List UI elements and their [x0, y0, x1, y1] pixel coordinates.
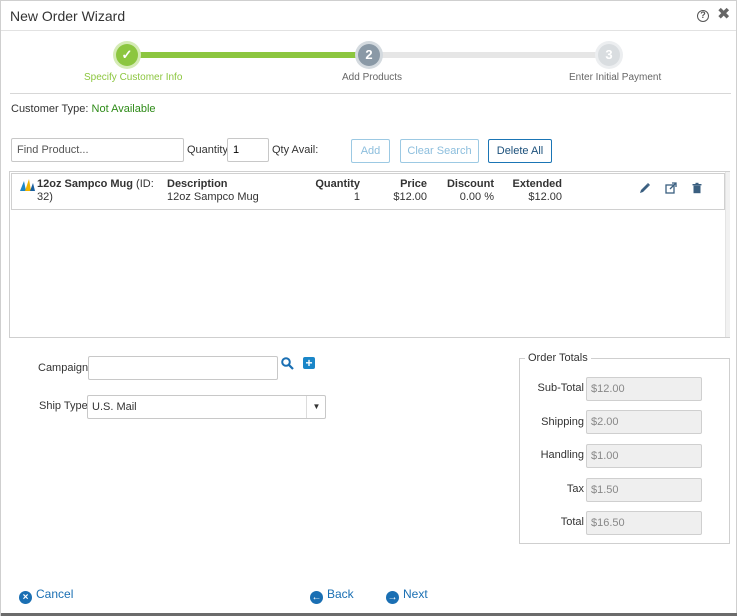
next-button[interactable]: → Next	[386, 587, 428, 604]
progress-track-complete	[127, 52, 369, 58]
help-icon[interactable]: ?	[697, 10, 709, 22]
tax-field: $1.50	[586, 478, 702, 502]
step-3-label: Enter Initial Payment	[569, 72, 662, 83]
clear-search-button[interactable]: Clear Search	[400, 139, 479, 163]
cancel-label: Cancel	[36, 587, 74, 601]
step-3-circle: 3	[598, 44, 620, 66]
total-label: Total	[560, 516, 584, 528]
product-icon	[20, 179, 35, 191]
campaign-input[interactable]	[88, 356, 278, 380]
step-2-label: Add Products	[342, 72, 403, 83]
add-campaign-plus-icon[interactable]: +	[303, 357, 315, 369]
total-field: $16.50	[586, 511, 702, 535]
customer-type: Customer Type: Not Available	[11, 103, 156, 115]
cancel-x-icon: ×	[19, 591, 32, 604]
title-bar: New Order Wizard ? ✖	[1, 1, 736, 31]
product-name: 12oz Sampco Mug	[37, 178, 133, 190]
ship-type-select[interactable]: U.S. Mail ▼	[87, 395, 326, 419]
step-1-label: Specify Customer Info	[84, 72, 183, 83]
arrow-left-icon: ←	[310, 591, 323, 604]
trash-icon[interactable]	[691, 182, 703, 194]
shipping-label: Shipping	[541, 416, 584, 428]
extended-cell: Extended $12.00	[508, 178, 562, 204]
customer-type-label: Customer Type:	[11, 103, 89, 115]
new-order-wizard-dialog: New Order Wizard ? ✖ ✓ 2 3 Specify Custo…	[0, 0, 737, 616]
shipping-field: $2.00	[586, 410, 702, 434]
subtotal-field: $12.00	[586, 377, 702, 401]
campaign-label: Campaign	[38, 362, 89, 374]
close-icon[interactable]: ✖	[717, 7, 730, 23]
back-label: Back	[327, 587, 354, 601]
quantity-header: Quantity	[315, 178, 360, 190]
quantity-label: Quantity	[187, 144, 228, 156]
product-id-text: (ID:	[136, 178, 154, 190]
qty-avail-label: Qty Avail:	[272, 144, 319, 156]
tax-label: Tax	[566, 483, 584, 495]
quantity-value: 1	[353, 191, 360, 203]
add-button[interactable]: Add	[351, 139, 390, 163]
table-row[interactable]: 12oz Sampco Mug (ID: 32) Description 12o…	[11, 173, 725, 210]
quantity-input[interactable]	[227, 138, 269, 162]
chevron-down-icon[interactable]: ▼	[306, 396, 326, 418]
handling-label: Handling	[540, 449, 584, 461]
product-id-value: 32)	[37, 191, 53, 203]
product-grid: 12oz Sampco Mug (ID: 32) Description 12o…	[9, 171, 730, 338]
subtotal-label: Sub-Total	[537, 382, 584, 394]
handling-field: $1.00	[586, 444, 702, 468]
wizard-steps: ✓ 2 3 Specify Customer Info Add Products…	[1, 41, 737, 91]
description-header: Description	[167, 178, 228, 190]
divider	[10, 93, 731, 94]
dialog-title: New Order Wizard	[10, 8, 126, 24]
extended-value: $12.00	[528, 191, 562, 203]
extended-header: Extended	[512, 178, 562, 190]
price-header: Price	[400, 178, 427, 190]
cancel-button[interactable]: × Cancel	[19, 587, 73, 604]
discount-cell: Discount 0.00 %	[440, 178, 494, 204]
search-icon[interactable]	[281, 357, 294, 370]
delete-all-button[interactable]: Delete All	[488, 139, 552, 163]
description-value: 12oz Sampco Mug	[167, 191, 259, 203]
open-external-icon[interactable]	[665, 182, 677, 194]
back-button[interactable]: ← Back	[310, 587, 354, 604]
price-cell: Price $12.00	[370, 178, 427, 204]
arrow-right-icon: →	[386, 591, 399, 604]
quantity-cell: Quantity 1	[312, 178, 360, 204]
find-product-input[interactable]	[11, 138, 184, 162]
description-cell: Description 12oz Sampco Mug	[167, 178, 259, 204]
step-2-circle: 2	[358, 44, 380, 66]
edit-pencil-icon[interactable]	[639, 182, 651, 194]
grid-scrollbar[interactable]	[725, 172, 730, 337]
step-1-check-icon: ✓	[116, 44, 138, 66]
discount-value: 0.00 %	[459, 191, 494, 203]
ship-type-label: Ship Type	[39, 400, 88, 412]
progress-track-pending	[369, 52, 609, 58]
product-name-cell: 12oz Sampco Mug (ID: 32)	[37, 178, 157, 204]
discount-header: Discount	[446, 178, 494, 190]
ship-type-value: U.S. Mail	[92, 401, 137, 413]
price-value: $12.00	[393, 191, 427, 203]
order-totals-legend: Order Totals	[525, 352, 591, 364]
customer-type-value: Not Available	[91, 103, 156, 115]
next-label: Next	[403, 587, 428, 601]
